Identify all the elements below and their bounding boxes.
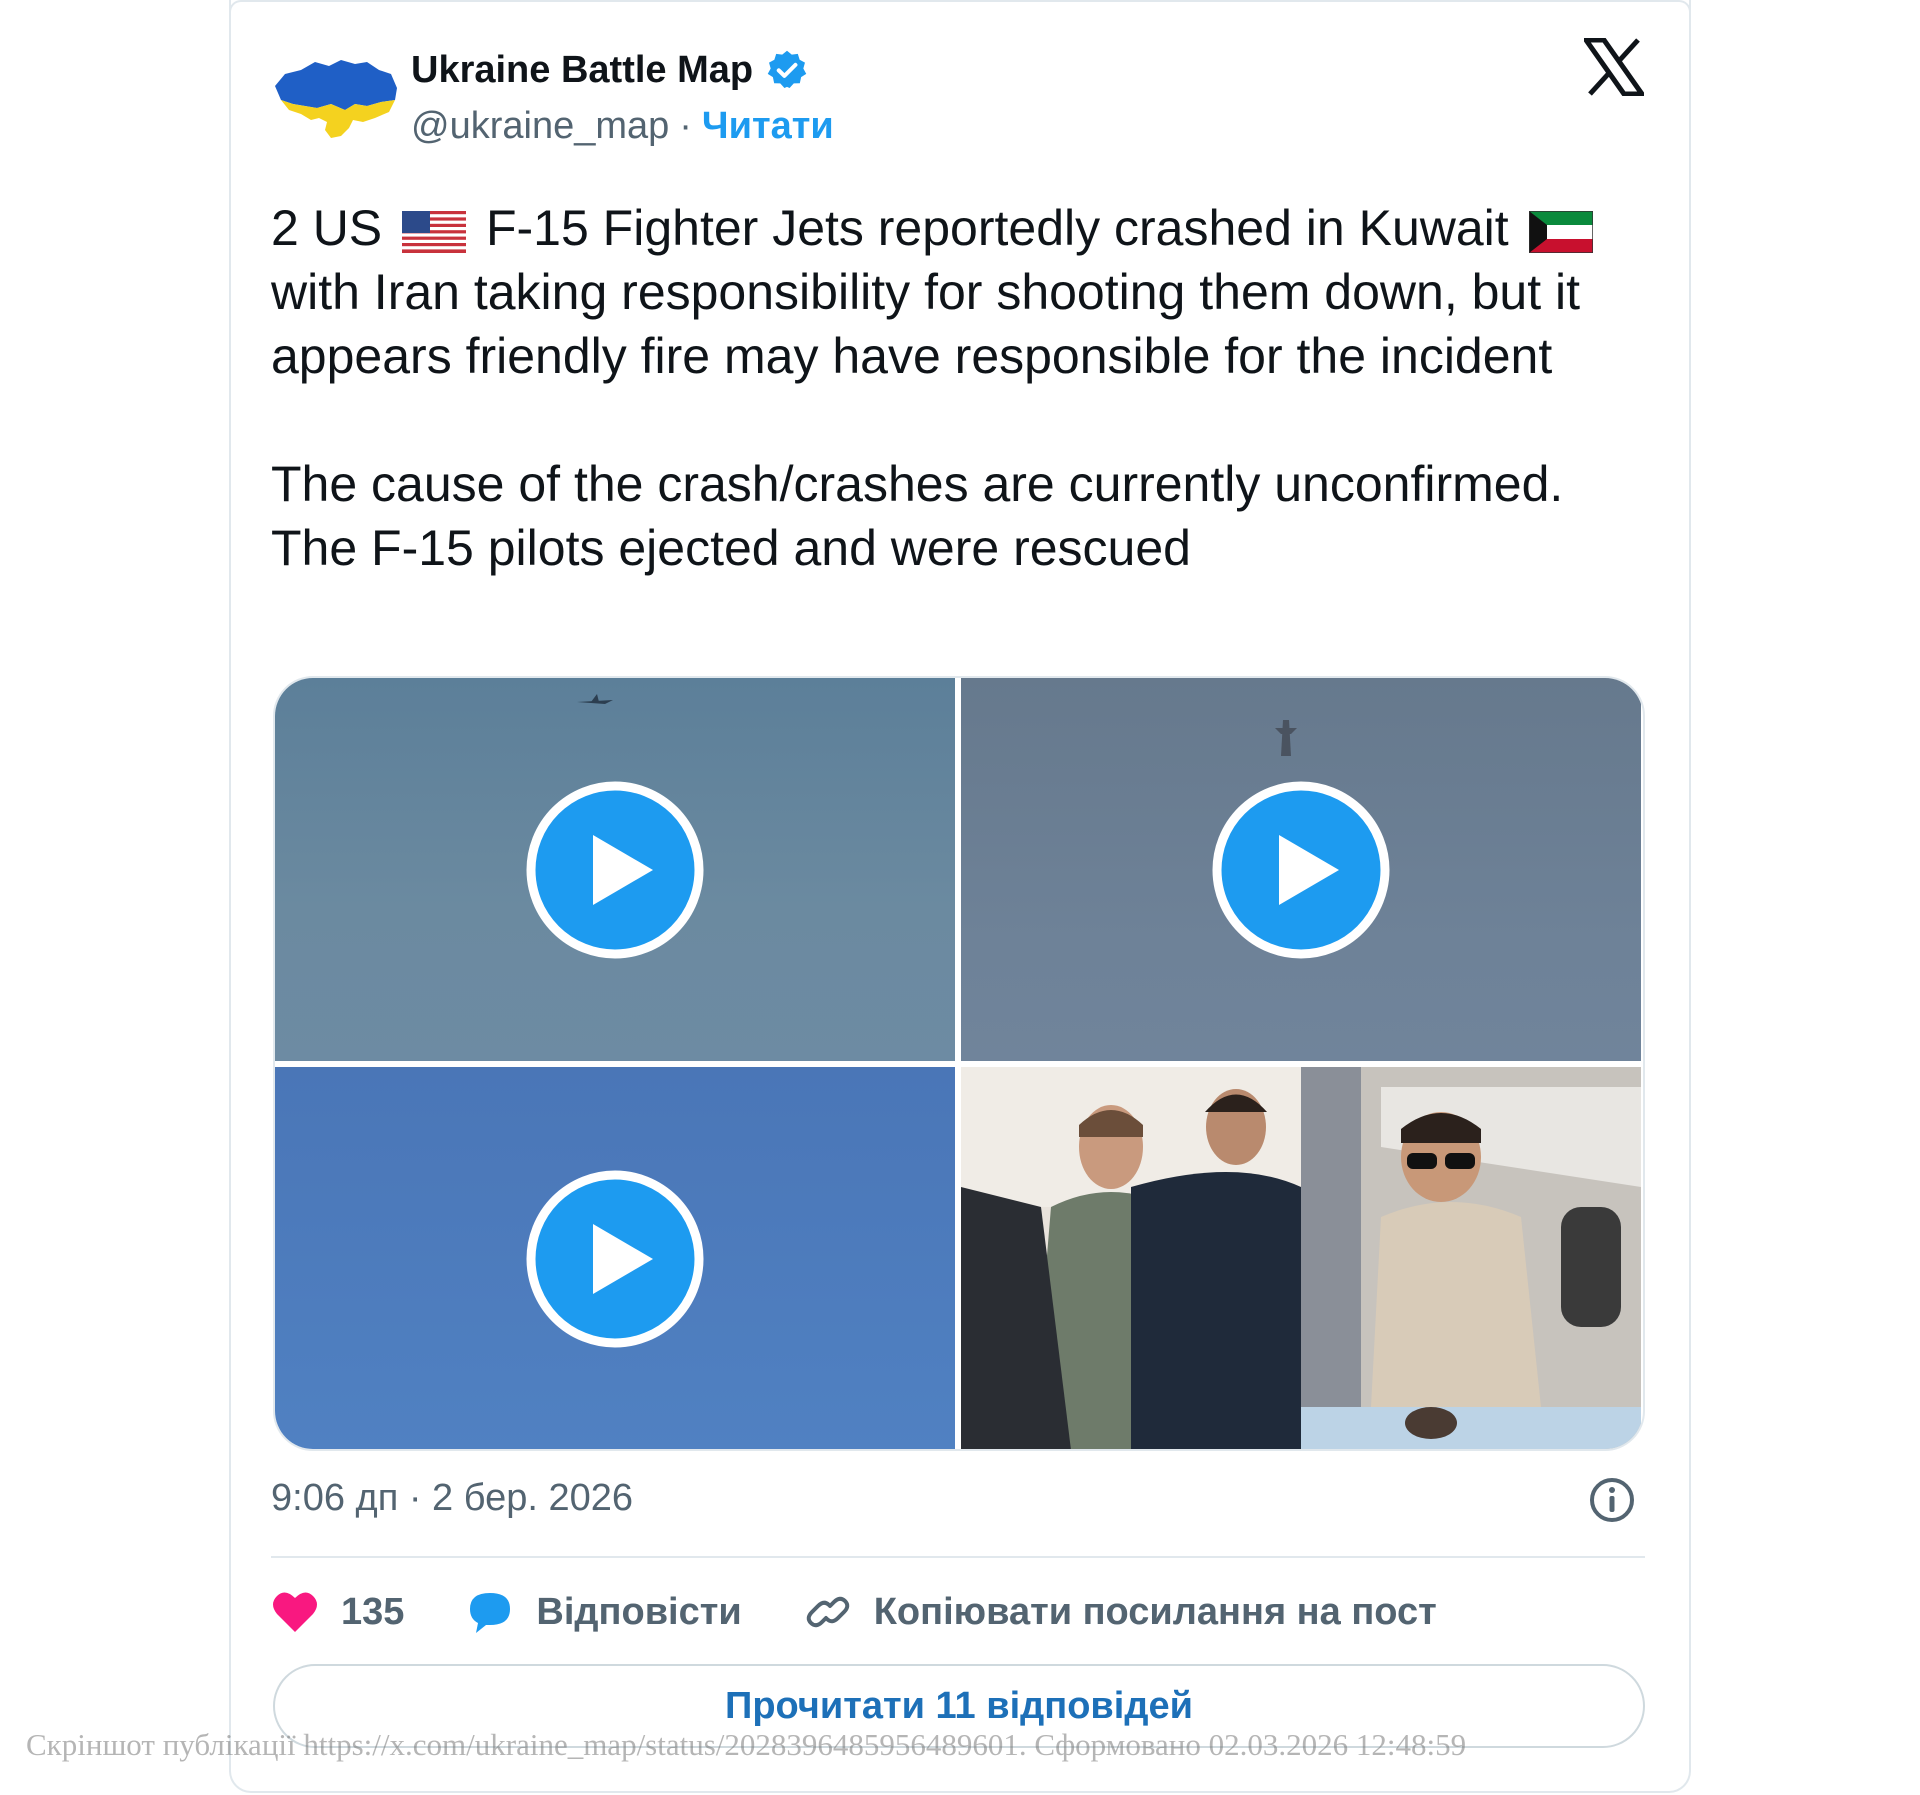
follow-link[interactable]: Читати <box>702 105 834 148</box>
author-name-row[interactable]: Ukraine Battle Map <box>411 48 809 92</box>
aircraft-silhouette <box>1275 720 1297 756</box>
like-count: 135 <box>341 1590 405 1633</box>
info-icon[interactable] <box>1588 1476 1636 1524</box>
link-icon <box>806 1596 849 1628</box>
handle-line: @ukraine_map · Читати <box>411 105 834 148</box>
media-grid <box>273 676 1645 1451</box>
speech-bubble-icon <box>470 1593 511 1633</box>
tweet-timestamp[interactable]: 9:06 дп · 2 бер. 2026 <box>271 1477 633 1520</box>
screenshot-watermark: Скріншот публікації https://x.com/ukrain… <box>26 1727 1467 1762</box>
ukraine-map-icon[interactable] <box>271 48 401 148</box>
divider <box>271 1556 1645 1558</box>
x-logo-icon[interactable] <box>1584 38 1644 96</box>
copy-link-button[interactable]: Копіювати посилання на пост <box>804 1588 1437 1636</box>
handle-separator: · <box>679 105 692 147</box>
copy-link-label: Копіювати посилання на пост <box>873 1590 1437 1633</box>
heart-icon <box>273 1592 317 1632</box>
reply-button[interactable]: Відповісти <box>466 1589 742 1635</box>
author-name[interactable]: Ukraine Battle Map <box>411 49 753 92</box>
play-icon[interactable] <box>525 1169 705 1349</box>
tweet-text-part: 2 US <box>271 200 383 256</box>
media-photo[interactable] <box>961 1067 1641 1449</box>
like-button[interactable]: 135 <box>271 1590 404 1634</box>
tweet-card-top <box>229 0 1691 12</box>
kuwait-flag-icon <box>1528 210 1593 253</box>
reply-label: Відповісти <box>536 1590 742 1633</box>
media-video-3[interactable] <box>275 1067 955 1449</box>
action-bar: 135 Відповісти Копіювати посилання на по… <box>271 1582 1499 1642</box>
media-video-2[interactable] <box>961 678 1641 1061</box>
us-flag-icon <box>402 210 467 253</box>
tweet-paragraph-2: The cause of the crash/crashes are curre… <box>271 456 1564 576</box>
tweet-paragraph-1: 2 US F-15 Fighter Jets reportedly crashe… <box>271 196 1661 388</box>
aircraft-silhouette <box>577 694 613 704</box>
play-icon[interactable] <box>525 780 705 960</box>
tweet-text-part: with Iran taking responsibility for shoo… <box>271 264 1581 384</box>
tweet-text-part: F-15 Fighter Jets reportedly crashed in … <box>485 200 1509 256</box>
photo-pilots-rescued <box>961 1067 1641 1449</box>
media-video-1[interactable] <box>275 678 955 1061</box>
author-handle[interactable]: @ukraine_map <box>411 105 669 148</box>
verified-badge-icon <box>767 50 807 88</box>
play-icon[interactable] <box>1211 780 1391 960</box>
tweet-text: 2 US F-15 Fighter Jets reportedly crashe… <box>271 196 1661 580</box>
